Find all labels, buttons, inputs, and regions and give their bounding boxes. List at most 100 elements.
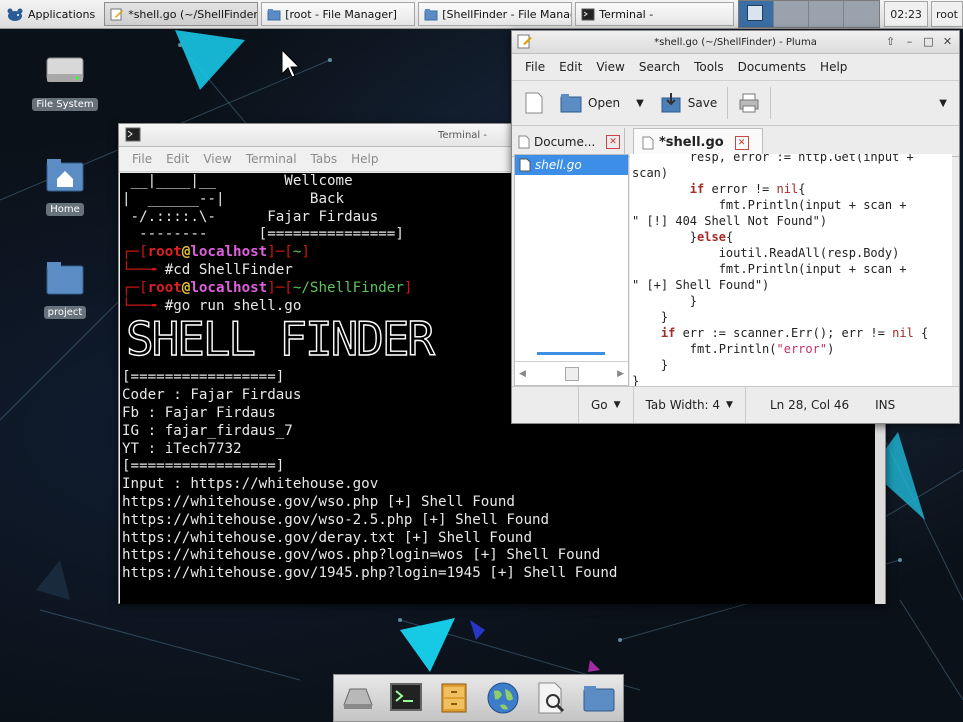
pluma-window[interactable]: *shell.go (~/ShellFinder) - Pluma ⇧ – □ … <box>511 30 960 424</box>
close-icon[interactable]: ✕ <box>940 34 955 49</box>
print-button[interactable] <box>732 85 766 121</box>
desktop-icon-home[interactable]: Home <box>30 155 100 216</box>
menu-view[interactable]: View <box>196 152 238 166</box>
close-icon[interactable]: ✕ <box>734 135 749 150</box>
open-dropdown-button[interactable]: ▼ <box>630 85 650 121</box>
desktop-icon-file-system[interactable]: File System <box>30 50 100 111</box>
prompt-host: localhost <box>190 279 268 296</box>
code-line: fmt.Println("error") <box>632 342 835 356</box>
toolbar-separator <box>770 87 772 119</box>
workspace-1[interactable] <box>739 1 775 27</box>
prompt-host: localhost <box>190 244 268 261</box>
menu-terminal[interactable]: Terminal <box>239 152 304 166</box>
terminal-icon <box>390 683 423 711</box>
side-panel-tab-label: Docume... <box>534 135 596 149</box>
document-icon <box>642 136 654 149</box>
applications-menu-button[interactable]: Applications <box>0 0 101 28</box>
open-folder-icon <box>560 94 582 113</box>
code-line: fmt.Println(input + scan + <box>632 262 907 276</box>
cursor-position: Ln 28, Col 46 <box>744 387 861 423</box>
ascii-art: -------- <box>122 226 216 243</box>
dock-item-document-viewer[interactable] <box>532 679 570 717</box>
printer-icon <box>739 93 759 113</box>
banner-text: SHELL FINDER <box>126 315 435 365</box>
menu-file[interactable]: File <box>125 152 159 166</box>
scroll-left-icon[interactable]: ◀ <box>519 369 526 379</box>
menu-edit[interactable]: Edit <box>552 60 589 74</box>
desktop-icon-project[interactable]: project <box>30 258 100 319</box>
side-panel-scrollbar[interactable]: ◀ ▶ <box>515 361 628 385</box>
close-icon[interactable]: ✕ <box>606 135 620 149</box>
terminal-line: https://whitehouse.gov/wso-2.5.php [+] S… <box>122 511 550 528</box>
scroll-thumb[interactable] <box>564 366 579 381</box>
list-item[interactable]: shell.go <box>515 155 628 175</box>
pluma-menubar: File Edit View Search Tools Documents He… <box>512 54 959 81</box>
terminal-line: https://whitehouse.gov/wos.php?login=wos… <box>122 547 601 564</box>
tab-shell-go[interactable]: *shell.go ✕ <box>633 128 763 156</box>
pluma-statusbar: Go ▼ Tab Width: 4 ▼ Ln 28, Col 46 INS <box>512 386 959 423</box>
side-panel-tab[interactable]: Docume... ✕ <box>512 128 625 156</box>
menu-tools[interactable]: Tools <box>687 60 731 74</box>
dock-item-show-desktop[interactable] <box>339 679 377 717</box>
workspace-2[interactable] <box>774 1 810 27</box>
taskbar-item-label: [root - File Manager] <box>285 7 397 21</box>
code-editor[interactable]: resp, error := http.Get(input + scan) if… <box>630 154 952 387</box>
terminal-line: YT : iTech7732 <box>122 440 242 457</box>
applications-label: Applications <box>28 7 96 21</box>
dock-item-file-cabinet[interactable] <box>435 679 473 717</box>
dropdown-arrow-icon: ▼ <box>613 400 621 410</box>
dock-item-terminal[interactable] <box>387 679 425 717</box>
taskbar-item-terminal[interactable]: Terminal - <box>575 2 735 26</box>
pluma-toolbar: Open ▼ Save ▼ <box>512 81 959 126</box>
dock-item-web-browser[interactable] <box>484 679 522 717</box>
minimize-icon[interactable]: – <box>902 34 917 49</box>
user-menu[interactable]: root <box>930 1 963 27</box>
welcome-text: Wellcome <box>224 173 353 189</box>
open-button[interactable]: Open <box>554 85 626 121</box>
tab-width-selector[interactable]: Tab Width: 4 ▼ <box>632 387 745 423</box>
menu-documents[interactable]: Documents <box>731 60 813 74</box>
taskbar-item-shellfinder-file-manager[interactable]: [ShellFinder - File Manager] <box>418 2 573 26</box>
mouse-cursor-icon <box>281 48 301 78</box>
desktop-icon-label: project <box>43 306 87 319</box>
code-line: } <box>632 310 669 324</box>
text-editor-icon <box>110 8 124 20</box>
menu-help[interactable]: Help <box>813 60 854 74</box>
workspace-switcher[interactable] <box>738 0 881 28</box>
dock-item-file-manager[interactable] <box>580 679 618 717</box>
new-document-button[interactable] <box>518 85 550 121</box>
scroll-right-icon[interactable]: ▶ <box>617 369 624 379</box>
menu-file[interactable]: File <box>518 60 552 74</box>
clock[interactable]: 02:23 <box>884 1 928 27</box>
desktop-icon-label: Home <box>46 203 84 216</box>
folder-icon <box>424 8 438 20</box>
menu-view[interactable]: View <box>589 60 631 74</box>
web-browser-icon <box>487 682 519 714</box>
terminal-line: https://whitehouse.gov/wso.php [+] Shell… <box>122 493 515 510</box>
terminal-line: https://whitehouse.gov/1945.php?login=19… <box>122 565 618 582</box>
dropdown-arrow-icon: ▼ <box>636 97 644 109</box>
open-label: Open <box>588 96 621 110</box>
save-button[interactable]: Save <box>654 85 723 121</box>
prompt-user: root <box>147 279 182 296</box>
workspace-4[interactable] <box>844 1 880 27</box>
workspace-3[interactable] <box>809 1 845 27</box>
language-selector[interactable]: Go ▼ <box>578 387 633 423</box>
taskbar-item-root-file-manager[interactable]: [root - File Manager] <box>261 2 416 26</box>
menu-help[interactable]: Help <box>344 152 385 166</box>
side-panel-scroll-indicator <box>537 352 605 355</box>
desktop-icon-label: File System <box>32 98 98 111</box>
toolbar-overflow-button[interactable]: ▼ <box>933 85 953 121</box>
pluma-titlebar[interactable]: *shell.go (~/ShellFinder) - Pluma ⇧ – □ … <box>512 31 959 54</box>
maximize-icon[interactable]: □ <box>921 34 936 49</box>
menu-edit[interactable]: Edit <box>159 152 196 166</box>
file-cabinet-icon <box>441 683 467 713</box>
taskbar-item-pluma[interactable]: *shell.go (~/ShellFinder) - <box>104 2 259 26</box>
drive-icon <box>343 688 373 709</box>
menu-tabs[interactable]: Tabs <box>304 152 345 166</box>
welcome-text: Fajar Firdaus <box>224 208 379 225</box>
code-line: fmt.Println(input + scan + <box>632 198 907 212</box>
menu-search[interactable]: Search <box>632 60 687 74</box>
drive-icon <box>46 57 84 82</box>
roll-up-icon[interactable]: ⇧ <box>883 34 898 49</box>
